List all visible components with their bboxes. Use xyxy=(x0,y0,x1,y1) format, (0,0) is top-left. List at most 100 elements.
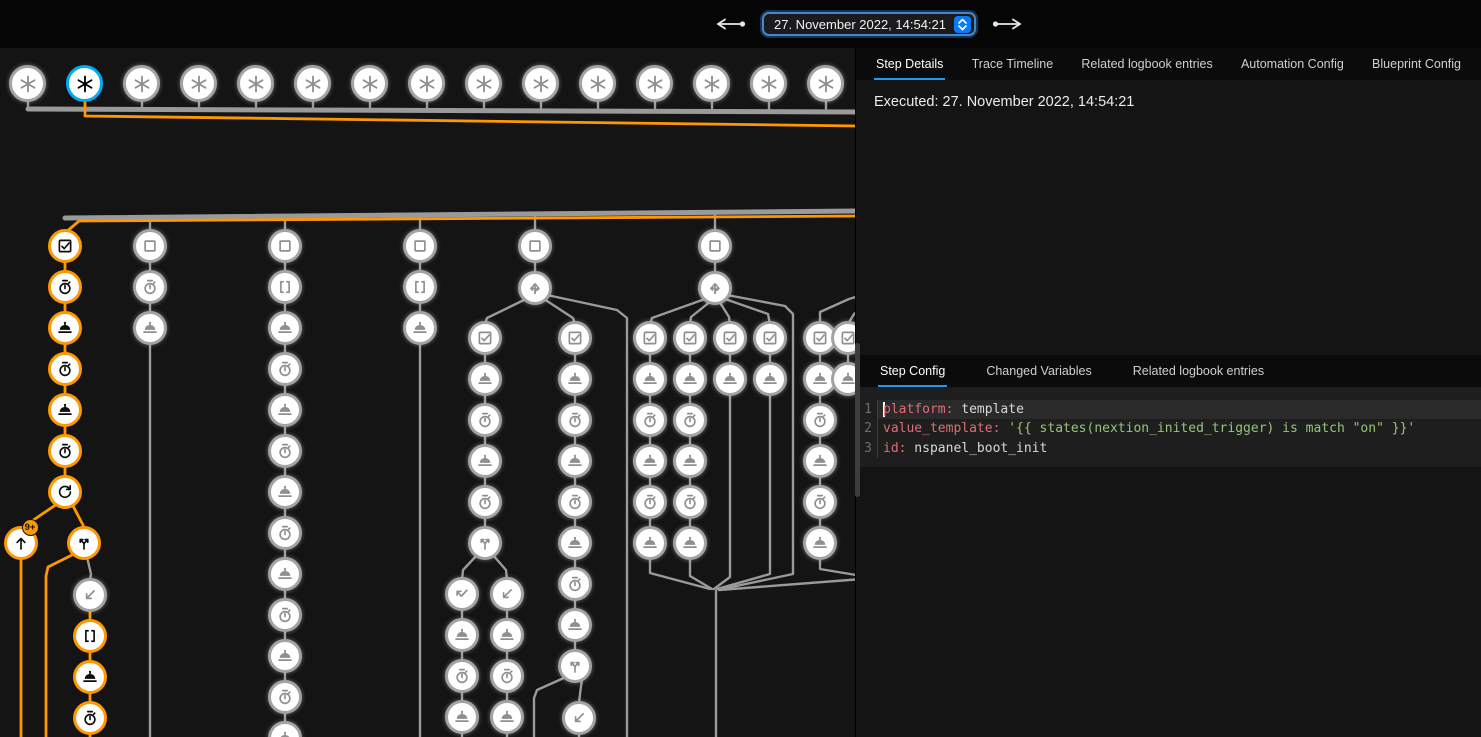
node-bell[interactable] xyxy=(133,311,167,345)
node-bell[interactable] xyxy=(268,557,302,591)
node-timer[interactable] xyxy=(673,403,707,437)
node-bell[interactable] xyxy=(445,618,479,652)
tab-blueprint-config[interactable]: Blueprint Config xyxy=(1370,48,1463,80)
tab-changed-variables[interactable]: Changed Variables xyxy=(984,355,1093,387)
node-split[interactable] xyxy=(558,649,592,683)
node-timer[interactable] xyxy=(633,403,667,437)
node-checkbox[interactable] xyxy=(673,321,707,355)
node-square[interactable] xyxy=(518,229,552,263)
node-bell[interactable] xyxy=(268,393,302,427)
node-bell[interactable] xyxy=(403,311,437,345)
node-choose[interactable] xyxy=(518,271,552,305)
node-check-arrow[interactable] xyxy=(445,577,479,611)
node-bell[interactable] xyxy=(558,526,592,560)
node-arrow-dl[interactable] xyxy=(73,578,107,612)
node-timer[interactable] xyxy=(803,485,837,519)
node-timer[interactable] xyxy=(558,403,592,437)
node-bell[interactable] xyxy=(558,608,592,642)
node-timer[interactable] xyxy=(268,598,302,632)
node-timer[interactable] xyxy=(48,270,82,304)
node-square[interactable] xyxy=(698,229,732,263)
node-arrow-dl[interactable] xyxy=(562,701,596,735)
node-trigger-asterisk[interactable] xyxy=(180,65,217,102)
node-timer[interactable] xyxy=(558,567,592,601)
node-checkbox[interactable] xyxy=(48,229,82,263)
node-square[interactable] xyxy=(403,229,437,263)
node-timer[interactable] xyxy=(490,659,524,693)
node-bell[interactable] xyxy=(673,526,707,560)
node-timer[interactable] xyxy=(48,434,82,468)
node-bell[interactable] xyxy=(633,362,667,396)
node-timer[interactable] xyxy=(268,516,302,550)
node-timer[interactable] xyxy=(633,485,667,519)
tab-step-details[interactable]: Step Details xyxy=(874,48,945,80)
tab-automation-config[interactable]: Automation Config xyxy=(1239,48,1346,80)
node-square[interactable] xyxy=(133,229,167,263)
node-bell[interactable] xyxy=(803,526,837,560)
node-refresh[interactable] xyxy=(48,475,82,509)
node-timer[interactable] xyxy=(133,270,167,304)
node-bell[interactable] xyxy=(268,639,302,673)
node-trigger-asterisk[interactable] xyxy=(237,65,274,102)
node-bell[interactable] xyxy=(468,362,502,396)
node-bell[interactable] xyxy=(753,362,787,396)
previous-run-button[interactable] xyxy=(712,14,750,34)
node-trigger-asterisk[interactable] xyxy=(750,65,787,102)
node-timer[interactable] xyxy=(73,701,107,735)
node-trigger-asterisk[interactable] xyxy=(522,65,559,102)
node-split[interactable] xyxy=(67,526,101,560)
node-trigger-asterisk[interactable] xyxy=(636,65,673,102)
node-trigger-asterisk[interactable] xyxy=(294,65,331,102)
node-checkbox[interactable] xyxy=(468,321,502,355)
next-run-button[interactable] xyxy=(988,14,1026,34)
node-bell[interactable] xyxy=(633,444,667,478)
node-bell[interactable] xyxy=(713,362,747,396)
node-trigger-asterisk[interactable] xyxy=(351,65,388,102)
node-trigger-asterisk[interactable] xyxy=(579,65,616,102)
node-trigger-asterisk[interactable] xyxy=(693,65,730,102)
node-bell[interactable] xyxy=(48,311,82,345)
node-bell[interactable] xyxy=(803,444,837,478)
tab-related-logbook-entries[interactable]: Related logbook entries xyxy=(1079,48,1214,80)
node-timer[interactable] xyxy=(268,434,302,468)
node-brackets[interactable] xyxy=(268,270,302,304)
node-brackets[interactable] xyxy=(73,619,107,653)
node-bell[interactable] xyxy=(558,444,592,478)
node-bell[interactable] xyxy=(268,475,302,509)
node-trigger-asterisk[interactable] xyxy=(465,65,502,102)
node-timer[interactable] xyxy=(445,659,479,693)
node-bell[interactable] xyxy=(490,618,524,652)
node-checkbox[interactable] xyxy=(713,321,747,355)
node-timer[interactable] xyxy=(468,485,502,519)
node-brackets[interactable] xyxy=(403,270,437,304)
node-timer[interactable] xyxy=(673,485,707,519)
node-trigger-asterisk[interactable] xyxy=(123,65,160,102)
tab-related-logbook-entries[interactable]: Related logbook entries xyxy=(1131,355,1266,387)
node-bell[interactable] xyxy=(633,526,667,560)
node-checkbox[interactable] xyxy=(558,321,592,355)
tab-step-config[interactable]: Step Config xyxy=(878,355,947,387)
node-timer[interactable] xyxy=(468,403,502,437)
node-checkbox[interactable] xyxy=(753,321,787,355)
node-trigger-asterisk[interactable] xyxy=(408,65,445,102)
step-config-editor[interactable]: 1platform: template2value_template: '{{ … xyxy=(856,387,1481,467)
node-trigger-asterisk[interactable] xyxy=(9,65,46,102)
node-bell[interactable] xyxy=(490,700,524,734)
node-arrow-dl[interactable] xyxy=(490,577,524,611)
node-bell[interactable] xyxy=(468,444,502,478)
node-bell[interactable] xyxy=(445,700,479,734)
node-bell[interactable] xyxy=(673,362,707,396)
node-timer[interactable] xyxy=(48,352,82,386)
node-square[interactable] xyxy=(268,229,302,263)
node-checkbox[interactable] xyxy=(633,321,667,355)
node-split[interactable] xyxy=(468,526,502,560)
run-selector[interactable]: 27. November 2022, 14:54:21 xyxy=(762,12,976,36)
node-choose[interactable] xyxy=(698,271,732,305)
node-trigger-asterisk[interactable] xyxy=(807,65,844,102)
node-bell[interactable] xyxy=(268,311,302,345)
node-bell[interactable] xyxy=(73,660,107,694)
graph-scrollbar-thumb[interactable] xyxy=(855,343,860,497)
node-bell[interactable] xyxy=(48,393,82,427)
node-timer[interactable] xyxy=(803,403,837,437)
node-trigger-asterisk[interactable] xyxy=(66,65,103,102)
